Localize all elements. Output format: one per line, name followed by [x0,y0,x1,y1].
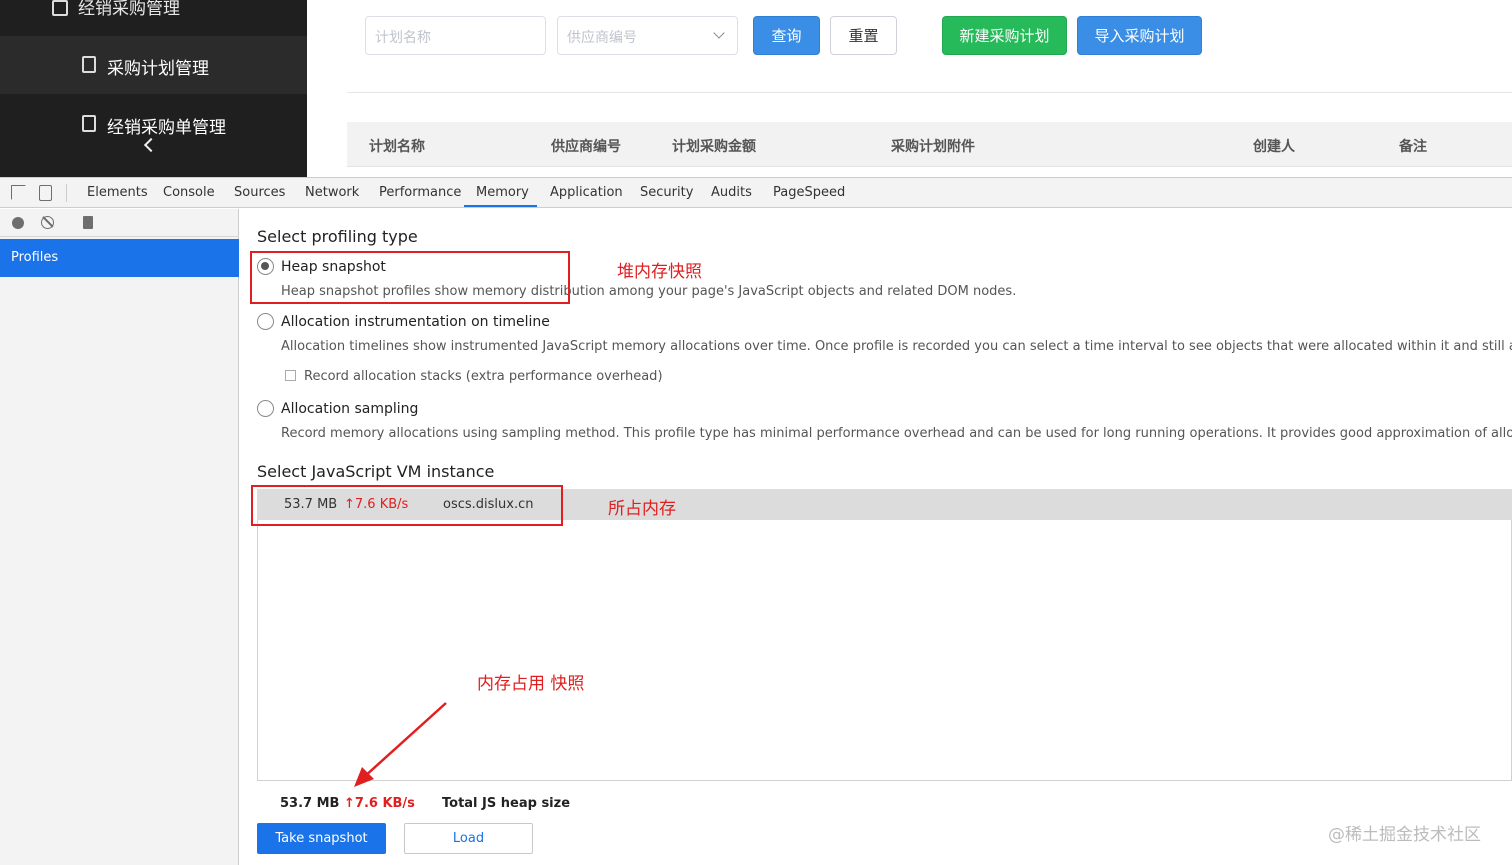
device-toolbar-icon[interactable] [39,185,52,201]
record-stacks-checkbox[interactable] [285,370,296,381]
tab-console[interactable]: Console [163,185,215,200]
clear-icon[interactable] [41,216,54,229]
profiling-type-title: Select profiling type [257,227,418,246]
record-icon[interactable] [12,217,24,229]
profiles-toolbar [0,209,239,237]
radio-allocation-timeline[interactable] [257,313,274,330]
column-header: 计划采购金额 [672,139,756,155]
annotation-arrow [354,702,447,787]
tab-network[interactable]: Network [305,185,359,200]
divider [66,184,67,202]
query-button[interactable]: 查询 [753,16,820,55]
option-label: Allocation sampling [281,401,419,417]
tab-memory[interactable]: Memory [476,185,529,200]
annotation-heap-snapshot: 堆内存快照 [617,262,702,282]
option-description: Record memory allocations using sampling… [281,426,1512,441]
annotation-memory-usage: 所占内存 [608,499,676,519]
radio-allocation-sampling[interactable] [257,400,274,417]
sidebar: 经销采购管理 采购计划管理 经销采购单管理 [0,0,307,177]
profiles-sidebar: Profiles [0,209,239,865]
column-header: 供应商编号 [551,139,621,155]
sidebar-group-purchase[interactable]: 经销采购管理 [0,0,307,36]
supplier-select[interactable]: 供应商编号 [557,16,738,55]
sidebar-item-profiles[interactable]: Profiles [0,239,239,277]
plan-name-placeholder: 计划名称 [375,30,431,46]
plan-name-input[interactable]: 计划名称 [365,16,546,55]
clipboard-icon [82,56,96,73]
tab-elements[interactable]: Elements [87,185,148,200]
tab-pagespeed[interactable]: PageSpeed [773,185,845,200]
table-header: 计划名称 供应商编号 计划采购金额 采购计划附件 创建人 备注 [347,122,1512,167]
supplier-placeholder: 供应商编号 [567,30,637,46]
column-header: 备注 [1399,139,1427,155]
import-plan-button[interactable]: 导入采购计划 [1077,16,1202,55]
column-header: 创建人 [1253,139,1295,155]
sidebar-item-plan[interactable]: 采购计划管理 [0,36,307,94]
reset-button[interactable]: 重置 [830,16,897,55]
devtools-tabbar: Elements Console Sources Network Perform… [0,178,1512,208]
sidebar-item-label: 经销采购单管理 [107,118,226,138]
divider [347,92,1512,93]
tab-sources[interactable]: Sources [234,185,285,200]
watermark: @稀土掘金技术社区 [1328,825,1481,845]
active-tab-indicator [464,205,537,207]
devtools-panel: Elements Console Sources Network Perform… [0,177,1512,865]
tab-security[interactable]: Security [640,185,693,200]
app-page: 经销采购管理 采购计划管理 经销采购单管理 计划名称 供应商编号 查询 重置 新… [0,0,1512,177]
heap-size-label: Total JS heap size [442,796,571,811]
column-header: 计划名称 [369,139,425,155]
tab-application[interactable]: Application [550,185,623,200]
tab-audits[interactable]: Audits [711,185,752,200]
vm-instance-title: Select JavaScript VM instance [257,462,495,481]
load-button[interactable]: Load [404,823,533,854]
annotation-snapshot-note: 内存占用 快照 [477,674,585,694]
inspect-element-icon[interactable] [11,185,26,200]
checkbox-label: Record allocation stacks (extra performa… [304,369,663,384]
heap-size: 53.7 MB [280,796,340,811]
chevron-down-icon [713,27,725,39]
sidebar-item-label: 采购计划管理 [107,59,209,79]
document-icon [82,115,96,132]
sidebar-group-label: 经销采购管理 [78,0,180,19]
chevron-up-icon [259,0,275,5]
trash-icon[interactable] [83,216,93,229]
option-description: Allocation timelines show instrumented J… [281,339,1512,354]
take-snapshot-button[interactable]: Take snapshot [257,823,386,854]
annotation-box-heap [250,251,570,304]
new-plan-button[interactable]: 新建采购计划 [942,16,1067,55]
annotation-box-memory [251,485,563,526]
arrow-shaft [363,702,447,778]
tab-performance[interactable]: Performance [379,185,461,200]
cart-icon [52,0,68,16]
column-header: 采购计划附件 [891,139,975,155]
heap-rate: ↑7.6 KB/s [344,796,415,811]
option-label: Allocation instrumentation on timeline [281,314,550,330]
